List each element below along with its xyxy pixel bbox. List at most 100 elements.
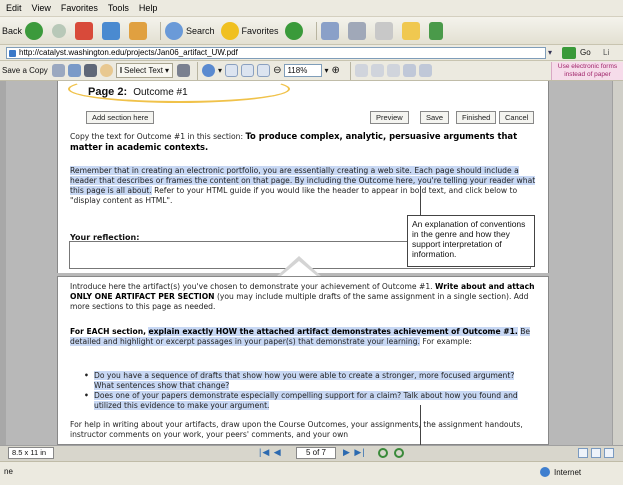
actual-size-icon[interactable] bbox=[225, 64, 239, 77]
print-button[interactable] bbox=[347, 21, 369, 40]
zoom-out-icon[interactable]: ⊖ bbox=[273, 65, 281, 76]
search-icon bbox=[165, 21, 184, 40]
page-title: Page 2: Outcome #1 bbox=[88, 86, 188, 98]
print-icon bbox=[347, 21, 366, 40]
messenger-icon bbox=[428, 21, 443, 40]
globe-icon bbox=[540, 467, 550, 477]
select-text-label: Select Text bbox=[124, 66, 164, 75]
rotate-right-icon[interactable] bbox=[370, 64, 384, 77]
remember-paragraph: Remember that in creating an electronic … bbox=[70, 166, 538, 206]
browser-window: Edit View Favorites Tools Help Back Sear… bbox=[0, 0, 623, 485]
home-icon bbox=[129, 21, 148, 40]
cancel-button[interactable]: Cancel bbox=[499, 111, 535, 124]
page-layout-icons bbox=[578, 448, 617, 458]
each-section-paragraph: For EACH section, explain exactly HOW th… bbox=[70, 327, 538, 347]
callout-connector-lower bbox=[420, 405, 421, 445]
security-zone: Internet bbox=[540, 467, 581, 477]
forward-arrow-icon bbox=[52, 23, 67, 38]
save-copy-button[interactable]: Save a Copy bbox=[2, 66, 48, 75]
outcome-intro-text: Copy the text for Outcome #1 in this sec… bbox=[70, 132, 244, 141]
hand-tool-icon[interactable] bbox=[99, 64, 113, 77]
menu-view[interactable]: View bbox=[32, 3, 51, 13]
zoom-field[interactable]: 118% bbox=[284, 64, 323, 77]
each-section-highlight: explain exactly HOW the attached artifac… bbox=[148, 327, 518, 336]
menu-bar: Edit View Favorites Tools Help bbox=[0, 0, 623, 17]
history-button[interactable] bbox=[284, 21, 306, 40]
stop-icon bbox=[75, 21, 94, 40]
text-cursor-icon: I bbox=[119, 66, 123, 75]
page-title-label: Page 2: bbox=[88, 86, 128, 98]
help-icon[interactable] bbox=[418, 64, 432, 77]
continuous-page-icon[interactable] bbox=[591, 448, 601, 458]
outcome-instructions: Copy the text for Outcome #1 in this sec… bbox=[70, 131, 538, 153]
menu-edit[interactable]: Edit bbox=[6, 3, 22, 13]
menu-tools[interactable]: Tools bbox=[108, 3, 129, 13]
vertical-scrollbar[interactable] bbox=[612, 81, 623, 445]
folder-button[interactable] bbox=[401, 21, 423, 40]
menu-favorites[interactable]: Favorites bbox=[61, 3, 98, 13]
next-last-page-icons[interactable]: ▶ ▶| bbox=[343, 447, 366, 458]
address-bar: http://catalyst.washington.edu/projects/… bbox=[0, 45, 623, 61]
annotation-callout: An explanation of conventions in the gen… bbox=[407, 215, 535, 267]
security-zone-label: Internet bbox=[554, 467, 582, 477]
list-item: Does one of your papers demonstrate espe… bbox=[84, 391, 534, 411]
mail-button[interactable] bbox=[320, 21, 342, 40]
zoom-in-plus-icon[interactable]: ⊕ bbox=[331, 65, 339, 76]
document-icon[interactable] bbox=[386, 64, 400, 77]
facing-page-icon[interactable] bbox=[604, 448, 614, 458]
history-icon bbox=[284, 21, 303, 40]
back-button[interactable]: Back bbox=[2, 21, 46, 40]
fit-width-icon[interactable] bbox=[257, 64, 271, 77]
go-button-label[interactable]: Go bbox=[580, 48, 591, 57]
save-button[interactable]: Save bbox=[420, 111, 450, 124]
address-dropdown-icon[interactable]: ▾ bbox=[548, 48, 552, 57]
fit-page-icon[interactable] bbox=[241, 64, 255, 77]
edit-button[interactable] bbox=[374, 21, 396, 40]
folder-icon bbox=[401, 21, 420, 40]
refresh-button[interactable] bbox=[102, 21, 123, 40]
list-item-text: Do you have a sequence of drafts that sh… bbox=[94, 371, 515, 390]
find-icon[interactable] bbox=[67, 64, 81, 77]
preview-button[interactable]: Preview bbox=[370, 111, 409, 124]
toolbar-divider bbox=[349, 61, 351, 80]
address-input[interactable]: http://catalyst.washington.edu/projects/… bbox=[6, 47, 546, 59]
chevron-down-icon[interactable]: ▾ bbox=[218, 66, 222, 75]
messenger-button[interactable] bbox=[428, 21, 446, 40]
page-title-value: Outcome #1 bbox=[133, 87, 188, 98]
menu-help[interactable]: Help bbox=[139, 3, 158, 13]
address-url: http://catalyst.washington.edu/projects/… bbox=[19, 48, 238, 57]
back-label: Back bbox=[2, 25, 23, 36]
status-text: ne bbox=[4, 467, 13, 476]
callout-connector bbox=[420, 186, 421, 216]
browser-toolbar: Back Search Favorites bbox=[0, 17, 623, 45]
properties-icon[interactable] bbox=[402, 64, 416, 77]
go-forward-view-icon[interactable] bbox=[394, 448, 404, 458]
page-size-field[interactable]: 8.5 x 11 in bbox=[8, 447, 54, 459]
links-label[interactable]: Li bbox=[603, 48, 609, 57]
go-back-view-icon[interactable] bbox=[378, 448, 388, 458]
first-prev-page-icons[interactable]: |◀ ◀ bbox=[259, 447, 282, 458]
binoculars-icon[interactable] bbox=[83, 64, 97, 77]
chevron-down-icon[interactable]: ▾ bbox=[324, 66, 328, 75]
list-item-text: Does one of your papers demonstrate espe… bbox=[94, 391, 518, 410]
favorites-label: Favorites bbox=[241, 25, 279, 36]
favorites-button[interactable]: Favorites bbox=[220, 21, 279, 40]
refresh-icon bbox=[102, 21, 121, 40]
rotate-left-icon[interactable] bbox=[354, 64, 368, 77]
search-button[interactable]: Search bbox=[165, 21, 215, 40]
electronic-forms-note[interactable]: Use electronic forms instead of paper bbox=[551, 62, 623, 80]
stop-button[interactable] bbox=[75, 21, 96, 40]
home-button[interactable] bbox=[129, 21, 150, 40]
go-icon[interactable] bbox=[562, 47, 576, 59]
artifact-intro-paragraph: Introduce here the artifact(s) you've ch… bbox=[70, 282, 538, 312]
example-list: Do you have a sequence of drafts that sh… bbox=[84, 371, 534, 411]
page-number-field[interactable]: 5 of 7 bbox=[296, 447, 336, 459]
print-icon[interactable] bbox=[51, 64, 65, 77]
forward-button[interactable] bbox=[52, 23, 69, 38]
add-section-button[interactable]: Add section here bbox=[86, 111, 155, 124]
single-page-icon[interactable] bbox=[578, 448, 588, 458]
acrobat-toolbar: Save a Copy I Select Text ▾ ▾ ⊖ 118% ▾ ⊕ bbox=[0, 61, 623, 81]
finished-button[interactable]: Finished bbox=[456, 111, 497, 124]
toolbar-divider bbox=[315, 21, 317, 40]
pdf-page-lower: Introduce here the artifact(s) you've ch… bbox=[57, 276, 549, 445]
